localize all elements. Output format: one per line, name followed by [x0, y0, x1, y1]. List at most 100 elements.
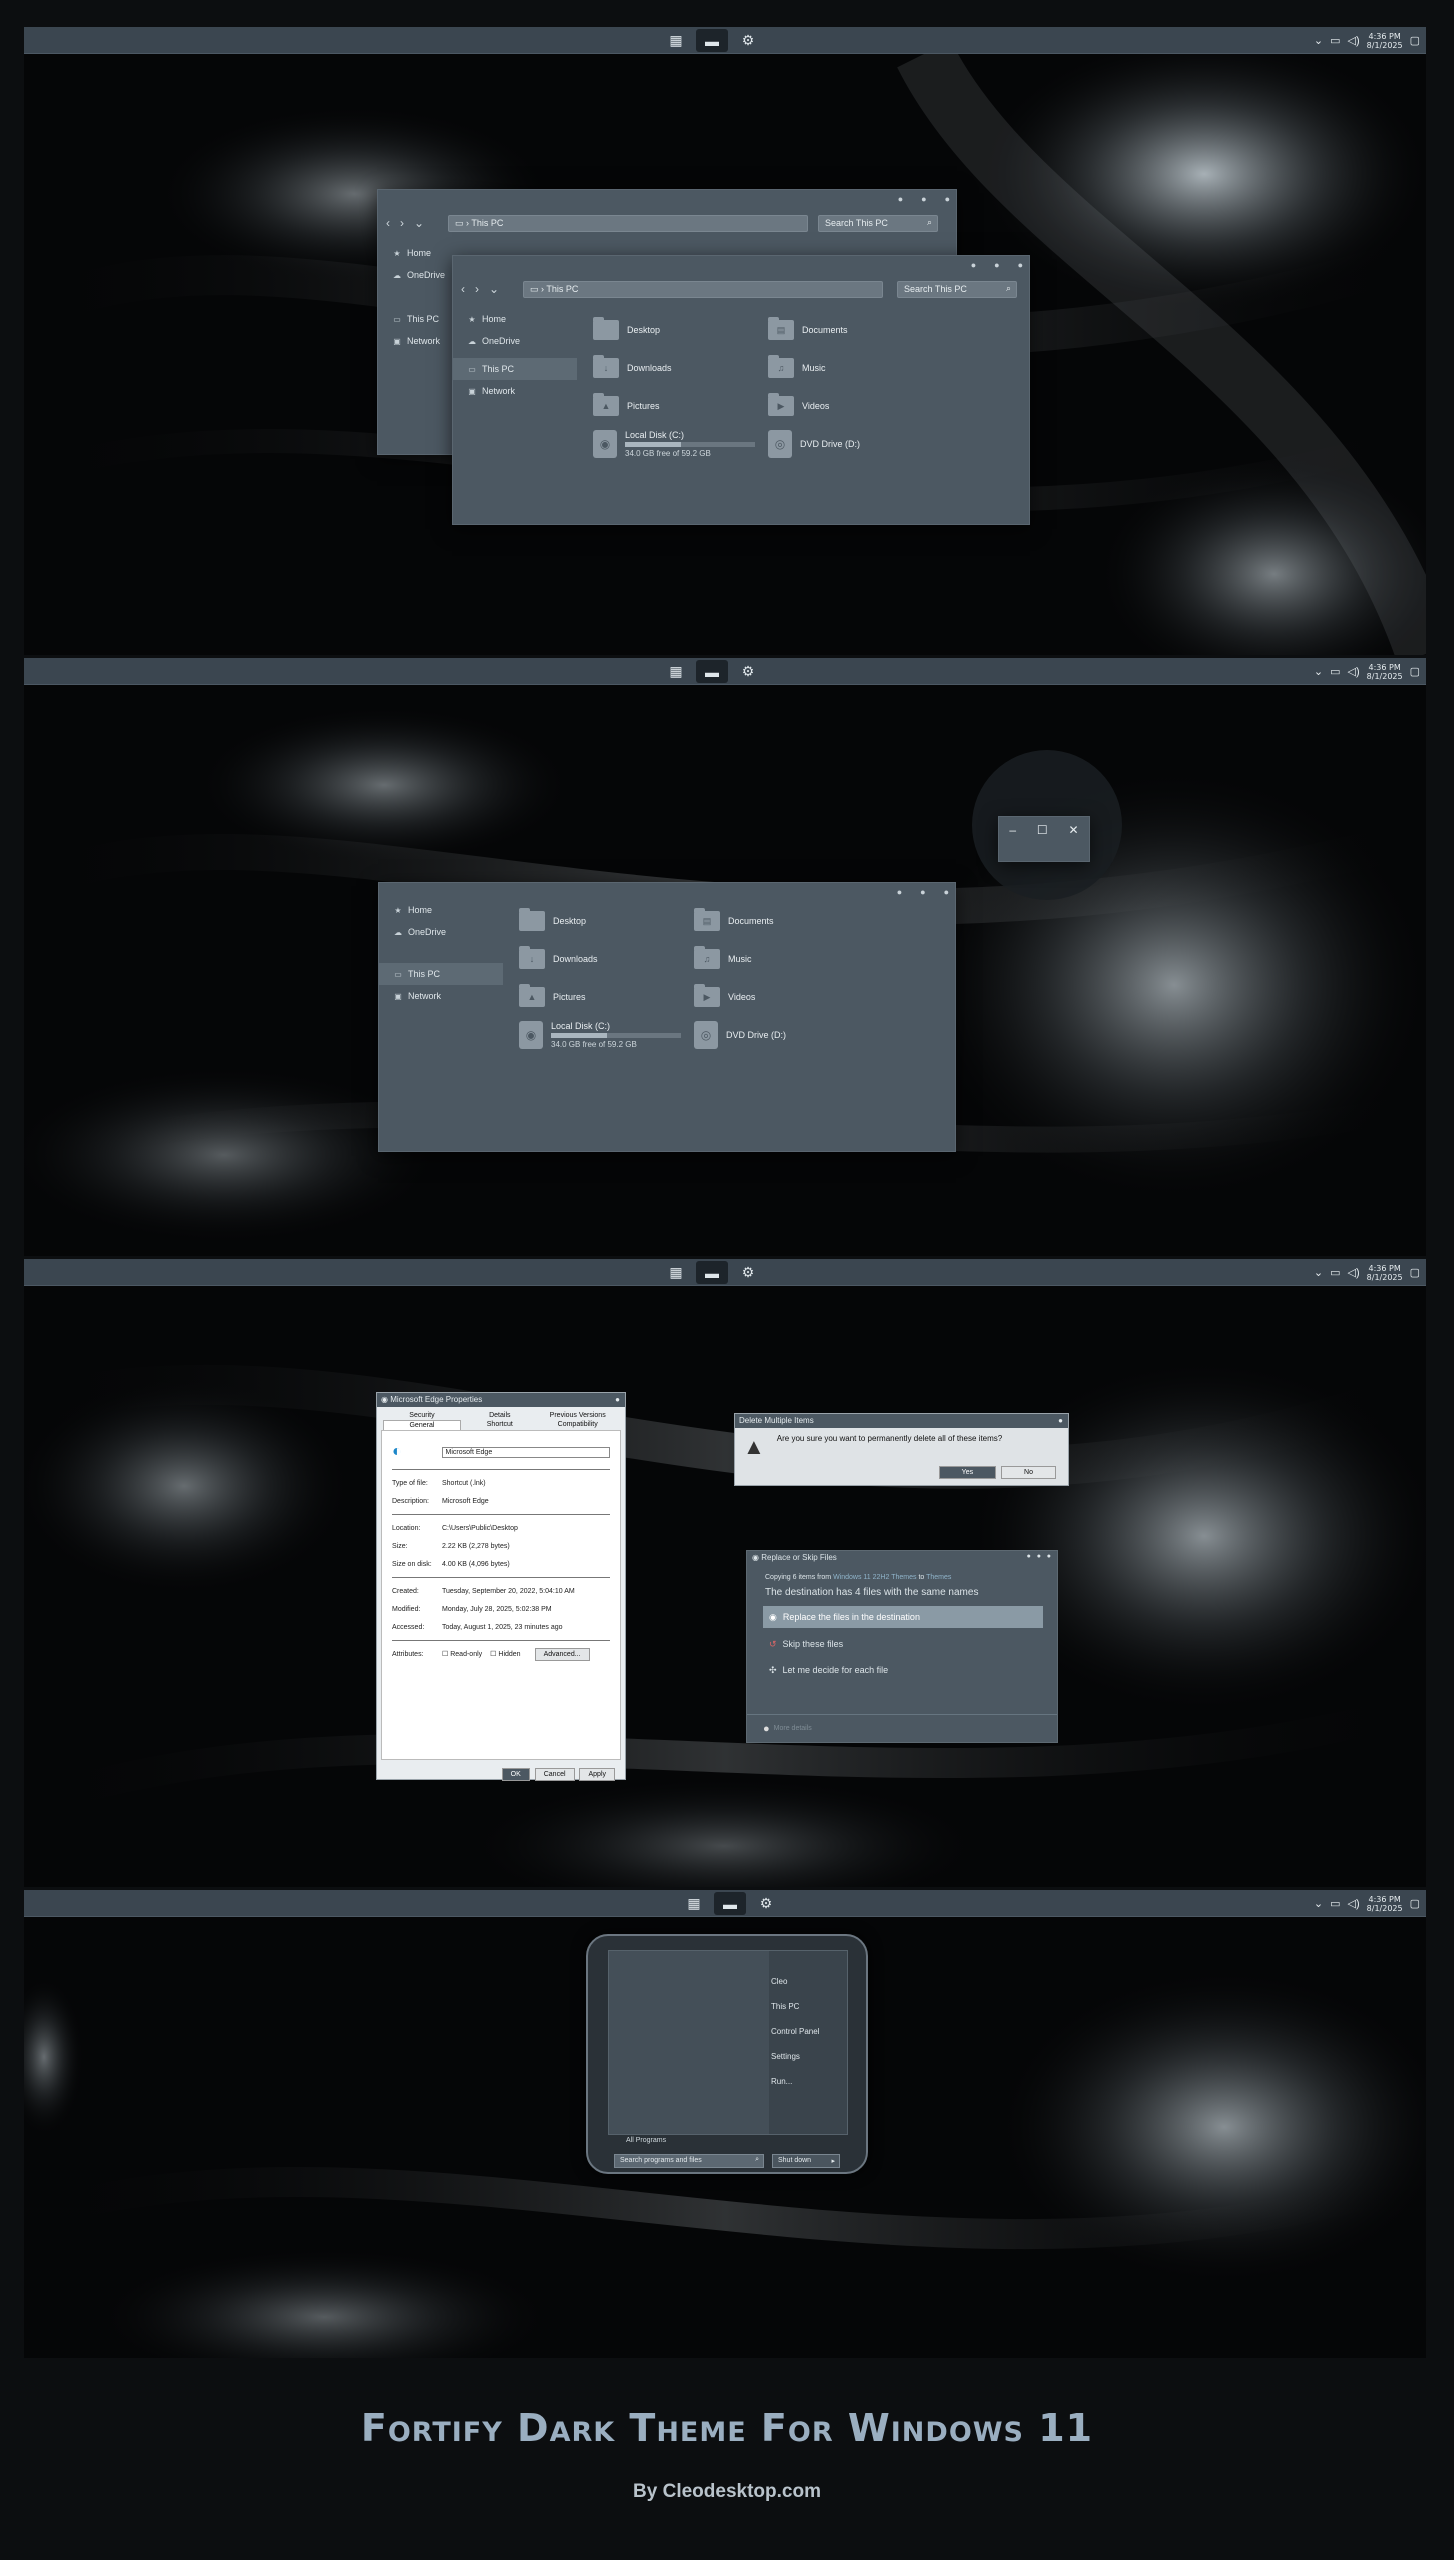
network-icon[interactable]: ▭	[1330, 1266, 1340, 1279]
network-icon[interactable]: ▭	[1330, 665, 1340, 678]
folder-icon[interactable]: ▬	[714, 1892, 746, 1915]
drive-c[interactable]: ◉ Local Disk (C:) 34.0 GB free of 59.2 GB	[593, 430, 768, 458]
volume-icon[interactable]: ◁)	[1348, 665, 1360, 678]
drive-dvd[interactable]: ◎ DVD Drive (D:)	[694, 1021, 869, 1049]
forward-arrow-icon[interactable]: ›	[475, 282, 479, 296]
chevron-down-icon[interactable]: ⌄	[489, 282, 499, 296]
start-grid-icon[interactable]: ▦	[678, 1892, 710, 1915]
search-input[interactable]: Search This PC ⌕	[818, 215, 938, 232]
window-controls[interactable]: ● ● ●	[1027, 1553, 1051, 1560]
minimize-icon[interactable]: ●	[971, 260, 976, 270]
settings-icon[interactable]: ⚙	[750, 1892, 782, 1915]
sidebar-item-home[interactable]: ★ Home	[453, 308, 577, 330]
folder-desktop[interactable]: Desktop	[593, 316, 768, 344]
maximize-icon[interactable]: ☐	[1037, 823, 1048, 837]
source-link[interactable]: Windows 11 22H2 Themes	[833, 1574, 916, 1581]
folder-downloads[interactable]: ↓ Downloads	[519, 945, 694, 973]
start-link-this-pc[interactable]: This PC	[771, 1994, 819, 2019]
close-icon[interactable]: ●	[1058, 1416, 1063, 1425]
chevron-up-icon[interactable]: ⌄	[1314, 34, 1323, 47]
ok-button[interactable]: OK	[501, 1768, 530, 1781]
close-icon[interactable]: ●	[615, 1395, 620, 1404]
yes-button[interactable]: Yes	[938, 1466, 997, 1479]
sidebar-item-network[interactable]: ▣ Network	[453, 380, 577, 402]
option-skip[interactable]: ↺ Skip these files	[763, 1634, 1041, 1654]
settings-icon[interactable]: ⚙	[732, 29, 764, 52]
clock[interactable]: 4:36 PM 8/1/2025	[1367, 663, 1403, 681]
start-search-input[interactable]: Search programs and files ⌕	[614, 2154, 764, 2168]
explorer-window[interactable]: ● ● ● ★ Home ☁ OneDrive ▭ This PC ▣ Network De…	[378, 882, 956, 1152]
chevron-up-icon[interactable]: ⌄	[1314, 1266, 1323, 1279]
folder-videos[interactable]: ▶ Videos	[768, 392, 943, 420]
folder-documents[interactable]: ▤ Documents	[768, 316, 943, 344]
clock[interactable]: 4:36 PM 8/1/2025	[1367, 32, 1403, 50]
all-programs[interactable]: All Programs	[626, 2137, 666, 2144]
sidebar-item-this-pc[interactable]: ▭ This PC	[379, 963, 503, 985]
tab-previous-versions[interactable]: Previous Versions	[539, 1411, 617, 1420]
close-icon[interactable]: ✕	[1069, 823, 1079, 837]
name-field[interactable]: Microsoft Edge	[441, 1446, 610, 1458]
destination-link[interactable]: Themes	[926, 1574, 951, 1581]
sidebar-item-network[interactable]: ▣ Network	[379, 985, 503, 1007]
volume-icon[interactable]: ◁)	[1348, 1266, 1360, 1279]
start-menu[interactable]: Cleo This PC Control Panel Settings Run.…	[586, 1934, 868, 2174]
back-arrow-icon[interactable]: ‹	[386, 216, 390, 230]
settings-icon[interactable]: ⚙	[732, 660, 764, 683]
drive-c[interactable]: ◉ Local Disk (C:) 34.0 GB free of 59.2 GB	[519, 1021, 694, 1049]
tab-shortcut[interactable]: Shortcut	[461, 1420, 539, 1430]
properties-dialog[interactable]: ◉ Microsoft Edge Properties ● Security De…	[376, 1392, 626, 1781]
replace-skip-dialog[interactable]: ◉ Replace or Skip Files ● ● ● Copying 6 …	[746, 1550, 1058, 1743]
folder-icon[interactable]: ▬	[696, 660, 728, 683]
address-bar[interactable]: ▭ › This PC	[523, 281, 883, 298]
maximize-icon[interactable]: ●	[920, 887, 925, 897]
folder-pictures[interactable]: ▲ Pictures	[519, 983, 694, 1011]
tab-details[interactable]: Details	[461, 1411, 539, 1420]
volume-icon[interactable]: ◁)	[1348, 34, 1360, 47]
notification-icon[interactable]: ▢	[1410, 34, 1420, 47]
chevron-up-icon[interactable]: ⌄	[1314, 665, 1323, 678]
readonly-checkbox[interactable]: ☐ Read-only	[442, 1650, 482, 1658]
delete-dialog[interactable]: Delete Multiple Items ● ▲ Are you sure yo…	[734, 1413, 1069, 1486]
minimize-icon[interactable]: –	[1009, 823, 1016, 837]
sidebar-item-onedrive[interactable]: ☁ OneDrive	[453, 330, 577, 352]
folder-icon[interactable]: ▬	[696, 1261, 728, 1284]
clock[interactable]: 4:36 PM 8/1/2025	[1367, 1895, 1403, 1913]
volume-icon[interactable]: ◁)	[1348, 1897, 1360, 1910]
option-decide[interactable]: ✣ Let me decide for each file	[763, 1660, 1041, 1680]
explorer-window-front[interactable]: ● ● ● ‹ › ⌄ ▭ › This PC Search This PC ⌕ ★ Hom…	[452, 255, 1030, 525]
folder-music[interactable]: ♫ Music	[768, 354, 943, 382]
notification-icon[interactable]: ▢	[1410, 665, 1420, 678]
close-icon[interactable]: ●	[944, 887, 949, 897]
chevron-up-icon[interactable]: ⌄	[1314, 1897, 1323, 1910]
cancel-button[interactable]: Cancel	[534, 1768, 575, 1781]
chevron-down-icon[interactable]: ⌄	[414, 216, 424, 230]
sidebar-item-this-pc[interactable]: ▭ This PC	[453, 358, 577, 380]
notification-icon[interactable]: ▢	[1410, 1897, 1420, 1910]
notification-icon[interactable]: ▢	[1410, 1266, 1420, 1279]
tab-compatibility[interactable]: Compatibility	[539, 1420, 617, 1430]
folder-music[interactable]: ♫ Music	[694, 945, 869, 973]
maximize-icon[interactable]: ●	[994, 260, 999, 270]
start-link-control-panel[interactable]: Control Panel	[771, 2019, 819, 2044]
maximize-icon[interactable]: ●	[921, 194, 926, 204]
hidden-checkbox[interactable]: ☐ Hidden	[490, 1650, 520, 1658]
minimize-icon[interactable]: ●	[898, 194, 903, 204]
shutdown-button[interactable]: Shut down ▸	[772, 2154, 840, 2168]
folder-desktop[interactable]: Desktop	[519, 907, 694, 935]
back-arrow-icon[interactable]: ‹	[461, 282, 465, 296]
start-link-run[interactable]: Run...	[771, 2069, 819, 2094]
folder-icon[interactable]: ▬	[696, 29, 728, 52]
close-icon[interactable]: ●	[1018, 260, 1023, 270]
forward-arrow-icon[interactable]: ›	[400, 216, 404, 230]
settings-icon[interactable]: ⚙	[732, 1261, 764, 1284]
network-icon[interactable]: ▭	[1330, 34, 1340, 47]
sidebar-item-home[interactable]: ★ Home	[379, 899, 503, 921]
folder-documents[interactable]: ▤ Documents	[694, 907, 869, 935]
start-grid-icon[interactable]: ▦	[660, 1261, 692, 1284]
start-link-settings[interactable]: Settings	[771, 2044, 819, 2069]
tab-security[interactable]: Security	[383, 1411, 461, 1420]
start-link-user[interactable]: Cleo	[771, 1969, 819, 1994]
close-icon[interactable]: ●	[945, 194, 950, 204]
advanced-button[interactable]: Advanced...	[534, 1647, 590, 1661]
address-bar[interactable]: ▭ › This PC	[448, 215, 808, 232]
